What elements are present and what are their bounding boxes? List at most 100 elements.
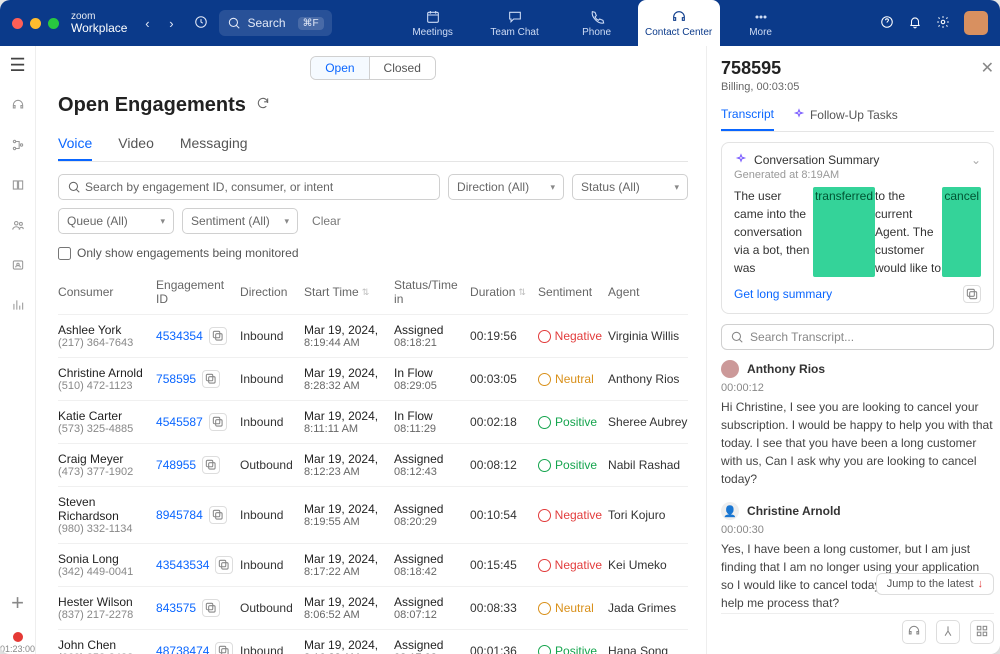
engagement-id-link[interactable]: 4534354 — [156, 329, 203, 343]
detail-pane: 758595 Billing, 00:03:05 ✕ Transcript Fo… — [706, 46, 1000, 654]
copy-id-button[interactable] — [209, 327, 227, 345]
segment-closed[interactable]: Closed — [370, 57, 435, 79]
filter-sentiment[interactable]: Sentiment (All) — [182, 208, 298, 234]
top-tabs: Meetings Team Chat Phone Contact Center … — [392, 0, 802, 46]
cell-start-time: Mar 19, 2024,8:16:33 AM — [304, 638, 388, 654]
cell-engagement-id: 43543534 — [156, 556, 234, 574]
cell-status: In Flow08:11:29 — [394, 409, 464, 435]
cell-engagement-id: 843575 — [156, 599, 234, 617]
th-consumer[interactable]: Consumer — [58, 285, 150, 299]
table-row[interactable]: Craig Meyer(473) 377-1902 748955 Outboun… — [58, 444, 688, 487]
copy-id-button[interactable] — [202, 456, 220, 474]
th-status[interactable]: Status/Time in — [394, 278, 464, 306]
jump-to-latest-button[interactable]: Jump to the latest ↓ — [876, 573, 994, 595]
close-window[interactable] — [12, 18, 23, 29]
minimize-window[interactable] — [30, 18, 41, 29]
copy-id-button[interactable] — [209, 506, 227, 524]
action-headset-button[interactable] — [902, 620, 926, 644]
rail-analytics-icon[interactable] — [7, 294, 29, 316]
history-button[interactable] — [191, 13, 211, 33]
get-long-summary-link[interactable]: Get long summary — [734, 287, 832, 301]
th-start-time[interactable]: Start Time⇅ — [304, 285, 388, 299]
transcript-search-input[interactable]: Search Transcript... — [721, 324, 994, 350]
th-engagement-id[interactable]: Engagement ID — [156, 278, 234, 306]
table-row[interactable]: Christine Arnold(510) 472-1123 758595 In… — [58, 358, 688, 401]
tab-team-chat[interactable]: Team Chat — [474, 0, 556, 46]
settings-button[interactable] — [936, 15, 950, 32]
subtab-messaging[interactable]: Messaging — [180, 135, 248, 161]
filter-search-input[interactable]: Search by engagement ID, consumer, or in… — [58, 174, 440, 200]
notifications-button[interactable] — [908, 15, 922, 32]
segment-open[interactable]: Open — [311, 57, 369, 79]
cell-start-time: Mar 19, 2024,8:28:32 AM — [304, 366, 388, 392]
cell-duration: 00:02:18 — [470, 415, 532, 429]
cell-direction: Inbound — [240, 329, 298, 343]
copy-id-button[interactable] — [215, 556, 233, 574]
copy-id-button[interactable] — [202, 599, 220, 617]
tab-phone[interactable]: Phone — [556, 0, 638, 46]
table-row[interactable]: John Chen(669) 252-3432 48738474 Inbound… — [58, 630, 688, 654]
table-row[interactable]: Ashlee York(217) 364-7643 4534354 Inboun… — [58, 315, 688, 358]
message-timestamp: 00:00:12 — [721, 382, 994, 394]
menu-button[interactable]: ☰ — [7, 54, 29, 76]
copy-summary-button[interactable] — [963, 285, 981, 303]
table-row[interactable]: Katie Carter(573) 325-4885 4545587 Inbou… — [58, 401, 688, 444]
detail-tab-transcript[interactable]: Transcript — [721, 107, 774, 131]
engagement-id-link[interactable]: 43543534 — [156, 558, 209, 572]
filter-status[interactable]: Status (All) — [572, 174, 688, 200]
rail-flow-icon[interactable] — [7, 134, 29, 156]
filter-queue[interactable]: Queue (All) — [58, 208, 174, 234]
rail-book-icon[interactable] — [7, 174, 29, 196]
transcript-message: Anthony Rios 00:00:12 Hi Christine, I se… — [721, 360, 994, 488]
subtab-voice[interactable]: Voice — [58, 135, 92, 161]
tab-more[interactable]: More — [720, 0, 802, 46]
maximize-window[interactable] — [48, 18, 59, 29]
engagement-id-link[interactable]: 758595 — [156, 372, 196, 386]
table-row[interactable]: Steven Richardson(980) 332-1134 8945784 … — [58, 487, 688, 544]
th-agent[interactable]: Agent — [608, 285, 688, 299]
th-duration[interactable]: Duration⇅ — [470, 285, 532, 299]
refresh-button[interactable] — [256, 96, 270, 115]
sentiment-icon — [538, 459, 551, 472]
table-row[interactable]: Hester Wilson(837) 217-2278 843575 Outbo… — [58, 587, 688, 630]
action-grid-button[interactable] — [970, 620, 994, 644]
engagement-id-link[interactable]: 748955 — [156, 458, 196, 472]
add-button[interactable]: + — [7, 592, 29, 614]
copy-id-button[interactable] — [215, 642, 233, 654]
detail-tab-followup[interactable]: Follow-Up Tasks — [792, 107, 898, 131]
help-button[interactable] — [880, 15, 894, 32]
rail-contact-icon[interactable] — [7, 254, 29, 276]
global-search[interactable]: Search ⌘F — [219, 10, 331, 36]
action-merge-button[interactable] — [936, 620, 960, 644]
rail-headset-icon[interactable] — [7, 94, 29, 116]
engagement-id-link[interactable]: 48738474 — [156, 644, 209, 654]
rail-people-icon[interactable] — [7, 214, 29, 236]
headset-icon — [907, 624, 921, 638]
filter-clear[interactable]: Clear — [306, 214, 347, 228]
subtab-video[interactable]: Video — [118, 135, 154, 161]
table-row[interactable]: Sonia Long(342) 449-0041 43543534 Inboun… — [58, 544, 688, 587]
engagements-pane: Open Closed Open Engagements Voice Video… — [36, 46, 706, 654]
tab-contact-center[interactable]: Contact Center — [638, 0, 720, 46]
engagement-id-link[interactable]: 4545587 — [156, 415, 203, 429]
cell-direction: Outbound — [240, 458, 298, 472]
tab-meetings[interactable]: Meetings — [392, 0, 474, 46]
engagement-id-link[interactable]: 8945784 — [156, 508, 203, 522]
monitor-checkbox[interactable] — [58, 247, 71, 260]
detail-close-button[interactable]: ✕ — [981, 58, 994, 93]
profile-avatar[interactable] — [964, 11, 988, 35]
nav-back-button[interactable]: ‹ — [137, 13, 157, 33]
copy-id-button[interactable] — [209, 413, 227, 431]
filter-direction[interactable]: Direction (All) — [448, 174, 564, 200]
engagement-id-link[interactable]: 843575 — [156, 601, 196, 615]
highlight-transferred: transferred — [813, 187, 875, 277]
message-timestamp: 00:00:30 — [721, 524, 994, 536]
cell-sentiment: Positive — [538, 458, 602, 472]
th-sentiment[interactable]: Sentiment — [538, 285, 602, 299]
summary-collapse-button[interactable]: ⌄ — [971, 153, 981, 167]
th-direction[interactable]: Direction — [240, 285, 298, 299]
copy-id-button[interactable] — [202, 370, 220, 388]
nav-forward-button[interactable]: › — [161, 13, 181, 33]
tab-label: Meetings — [412, 27, 453, 38]
window-controls[interactable] — [12, 18, 59, 29]
